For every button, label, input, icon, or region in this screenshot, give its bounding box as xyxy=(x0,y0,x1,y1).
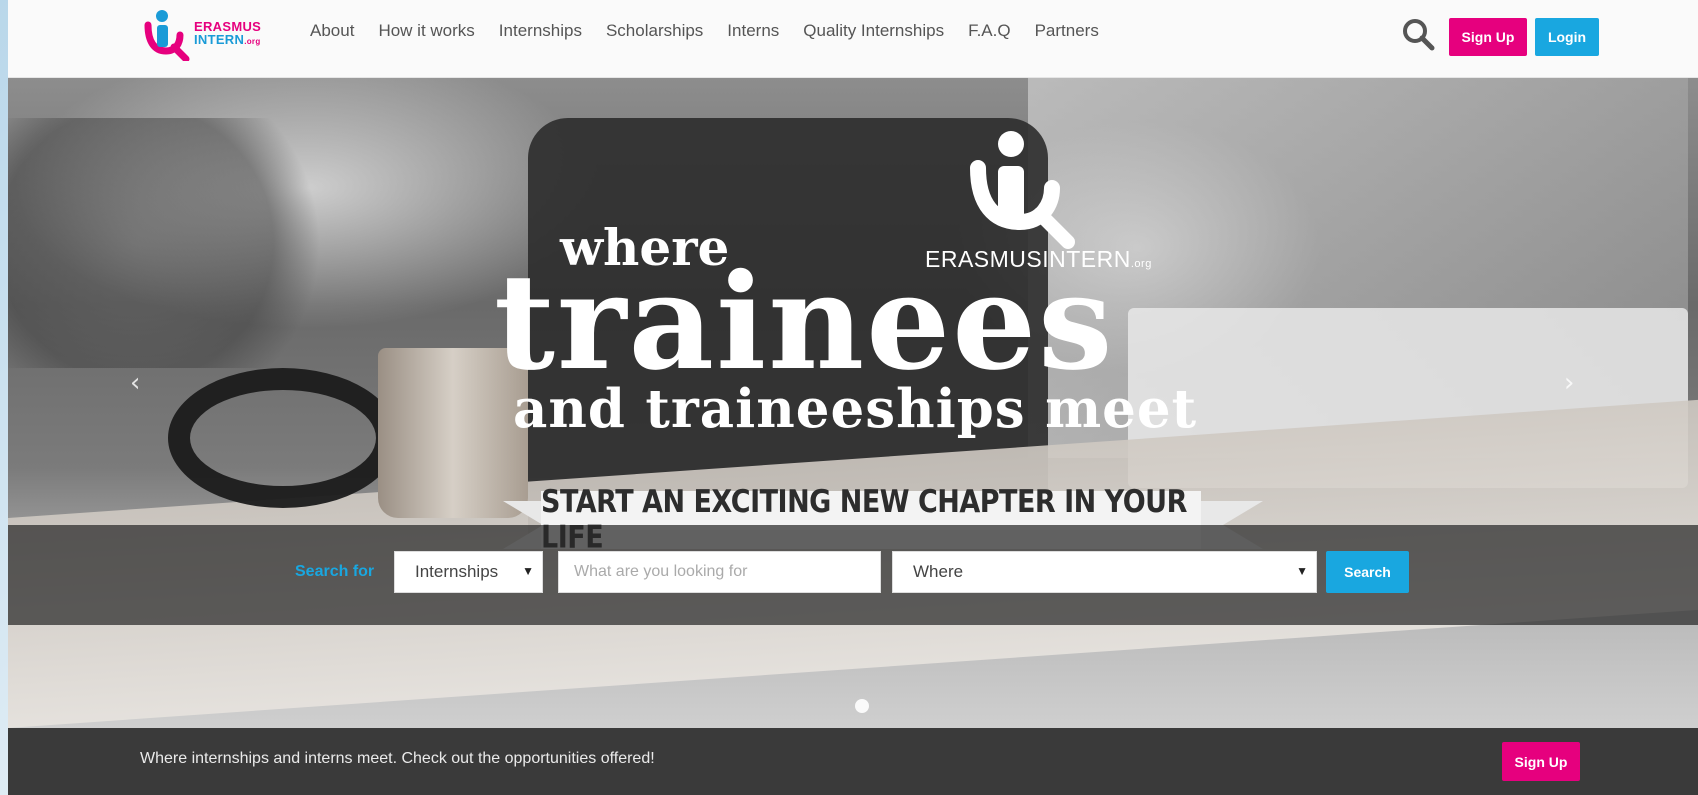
search-location-select[interactable]: Where ▼ xyxy=(892,551,1317,593)
logo-text: ERASMUS INTERN.org xyxy=(194,20,261,48)
logo-suffix: .org xyxy=(244,37,261,46)
background-headphones xyxy=(168,368,398,508)
nav-item-about[interactable]: About xyxy=(298,21,366,41)
chevron-down-icon: ▼ xyxy=(522,564,534,578)
search-button[interactable]: Search xyxy=(1326,551,1409,593)
hero-headline-trainees: trainees xyxy=(494,245,1115,400)
main-nav: About How it works Internships Scholarships… xyxy=(298,0,1111,62)
slider-next-arrow[interactable]: › xyxy=(1564,368,1574,398)
login-button[interactable]: Login xyxy=(1535,18,1599,56)
logo-mark-icon xyxy=(144,10,190,63)
logo-line-2-text: INTERN xyxy=(194,32,245,47)
nav-item-how-it-works[interactable]: How it works xyxy=(366,21,486,41)
search-bar: Search for Internships ▼ What are you lo… xyxy=(8,525,1698,625)
search-location-value: Where xyxy=(913,562,964,581)
top-navbar: ERASMUS INTERN.org About How it works Inte… xyxy=(8,0,1698,78)
nav-item-internships[interactable]: Internships xyxy=(487,21,594,41)
nav-item-f-a-q[interactable]: F.A.Q xyxy=(956,21,1023,41)
cta-strip: Where internships and interns meet. Chec… xyxy=(8,728,1698,795)
search-query-input[interactable]: What are you looking for xyxy=(558,551,881,593)
nav-item-scholarships[interactable]: Scholarships xyxy=(594,21,715,41)
hero-headline-meet: and traineeships meet xyxy=(513,378,1198,440)
cta-text: Where internships and interns meet. Chec… xyxy=(140,750,655,767)
nav-item-partners[interactable]: Partners xyxy=(1023,21,1111,41)
chevron-down-icon: ▼ xyxy=(1296,564,1308,578)
hero-logo-icon xyxy=(970,131,1075,249)
search-type-value: Internships xyxy=(415,562,499,581)
search-type-select[interactable]: Internships ▼ xyxy=(394,551,543,593)
page: ERASMUS INTERN.org About How it works Inte… xyxy=(0,0,1698,795)
nav-item-interns[interactable]: Interns xyxy=(715,21,791,41)
slider-dot-indicator[interactable] xyxy=(855,699,869,713)
logo-line-2: INTERN.org xyxy=(194,33,261,48)
background-plant xyxy=(8,118,328,368)
hero-slider: ERASMUSINTERN.org where trainees and tra… xyxy=(8,78,1698,728)
search-icon[interactable] xyxy=(1401,17,1435,51)
cta-signup-button[interactable]: Sign Up xyxy=(1502,742,1580,781)
search-label: Search for xyxy=(295,563,375,580)
signup-button[interactable]: Sign Up xyxy=(1449,18,1527,56)
site-logo[interactable]: ERASMUS INTERN.org xyxy=(144,9,276,63)
nav-item-quality-internships[interactable]: Quality Internships xyxy=(791,21,956,41)
slider-prev-arrow[interactable]: ‹ xyxy=(130,368,140,398)
hero-brand-suffix: .org xyxy=(1130,258,1152,270)
